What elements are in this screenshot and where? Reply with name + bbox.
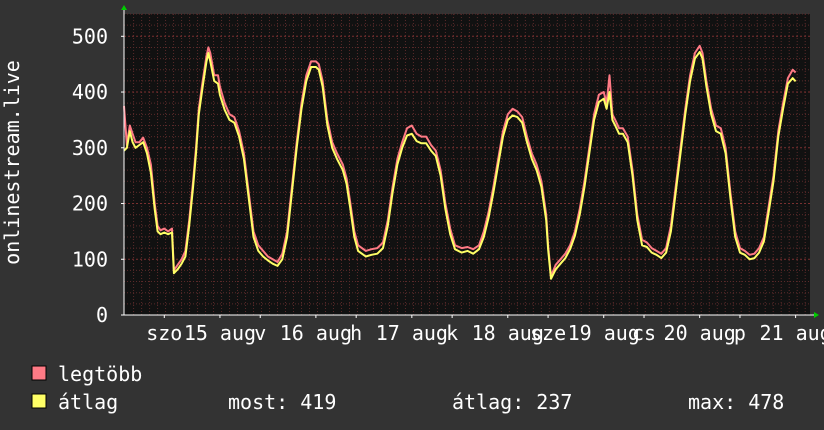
x-tick-label: sze <box>530 321 566 345</box>
x-axis-arrow-icon <box>814 312 819 318</box>
x-tick-label: 19 aug <box>568 321 640 345</box>
x-tick-label: 17 aug <box>376 321 448 345</box>
y-tick-label: 500 <box>72 24 108 48</box>
legend: legtöbb átlag <box>31 362 142 414</box>
y-axis-ticks: 0 100 200 300 400 500 <box>72 24 124 327</box>
legend-swatch-legtobb <box>31 365 47 381</box>
x-tick-label: 21 aug <box>759 321 824 345</box>
x-tick-label: 15 aug <box>184 321 256 345</box>
x-axis-ticks: szo 15 augv 16 augh 17 augk 18 augsze 19 augc… <box>146 315 824 345</box>
chart-canvas: 0 100 200 300 400 500 szo 15 augv 16 augh 17 aug… <box>0 5 824 414</box>
stat-atlag: átlag: 237 <box>452 390 572 414</box>
y-tick-label: 200 <box>72 192 108 216</box>
x-tick-label: 20 aug <box>664 321 736 345</box>
x-tick-label: k <box>446 321 458 345</box>
stats: most: 419 átlag: 237 max: 478 <box>228 390 784 414</box>
y-axis-label: onlinestream.live <box>0 60 24 265</box>
y-tick-label: 400 <box>72 80 108 104</box>
y-axis-arrow-icon <box>121 5 127 10</box>
plot-area <box>124 14 810 315</box>
x-tick-label: p <box>734 321 746 345</box>
legend-swatch-atlag <box>31 393 47 409</box>
x-tick-label: 16 aug <box>280 321 352 345</box>
x-tick-label: h <box>350 321 362 345</box>
stat-most: most: 419 <box>228 390 336 414</box>
y-tick-label: 300 <box>72 136 108 160</box>
x-tick-label: cs <box>632 321 656 345</box>
legend-label-legtobb: legtöbb <box>58 362 142 386</box>
y-tick-label: 100 <box>72 247 108 271</box>
legend-label-atlag: átlag <box>58 390 118 414</box>
x-tick-label: v <box>254 321 266 345</box>
x-tick-label: szo <box>146 321 182 345</box>
y-tick-label: 0 <box>96 303 108 327</box>
stat-max: max: 478 <box>688 390 784 414</box>
